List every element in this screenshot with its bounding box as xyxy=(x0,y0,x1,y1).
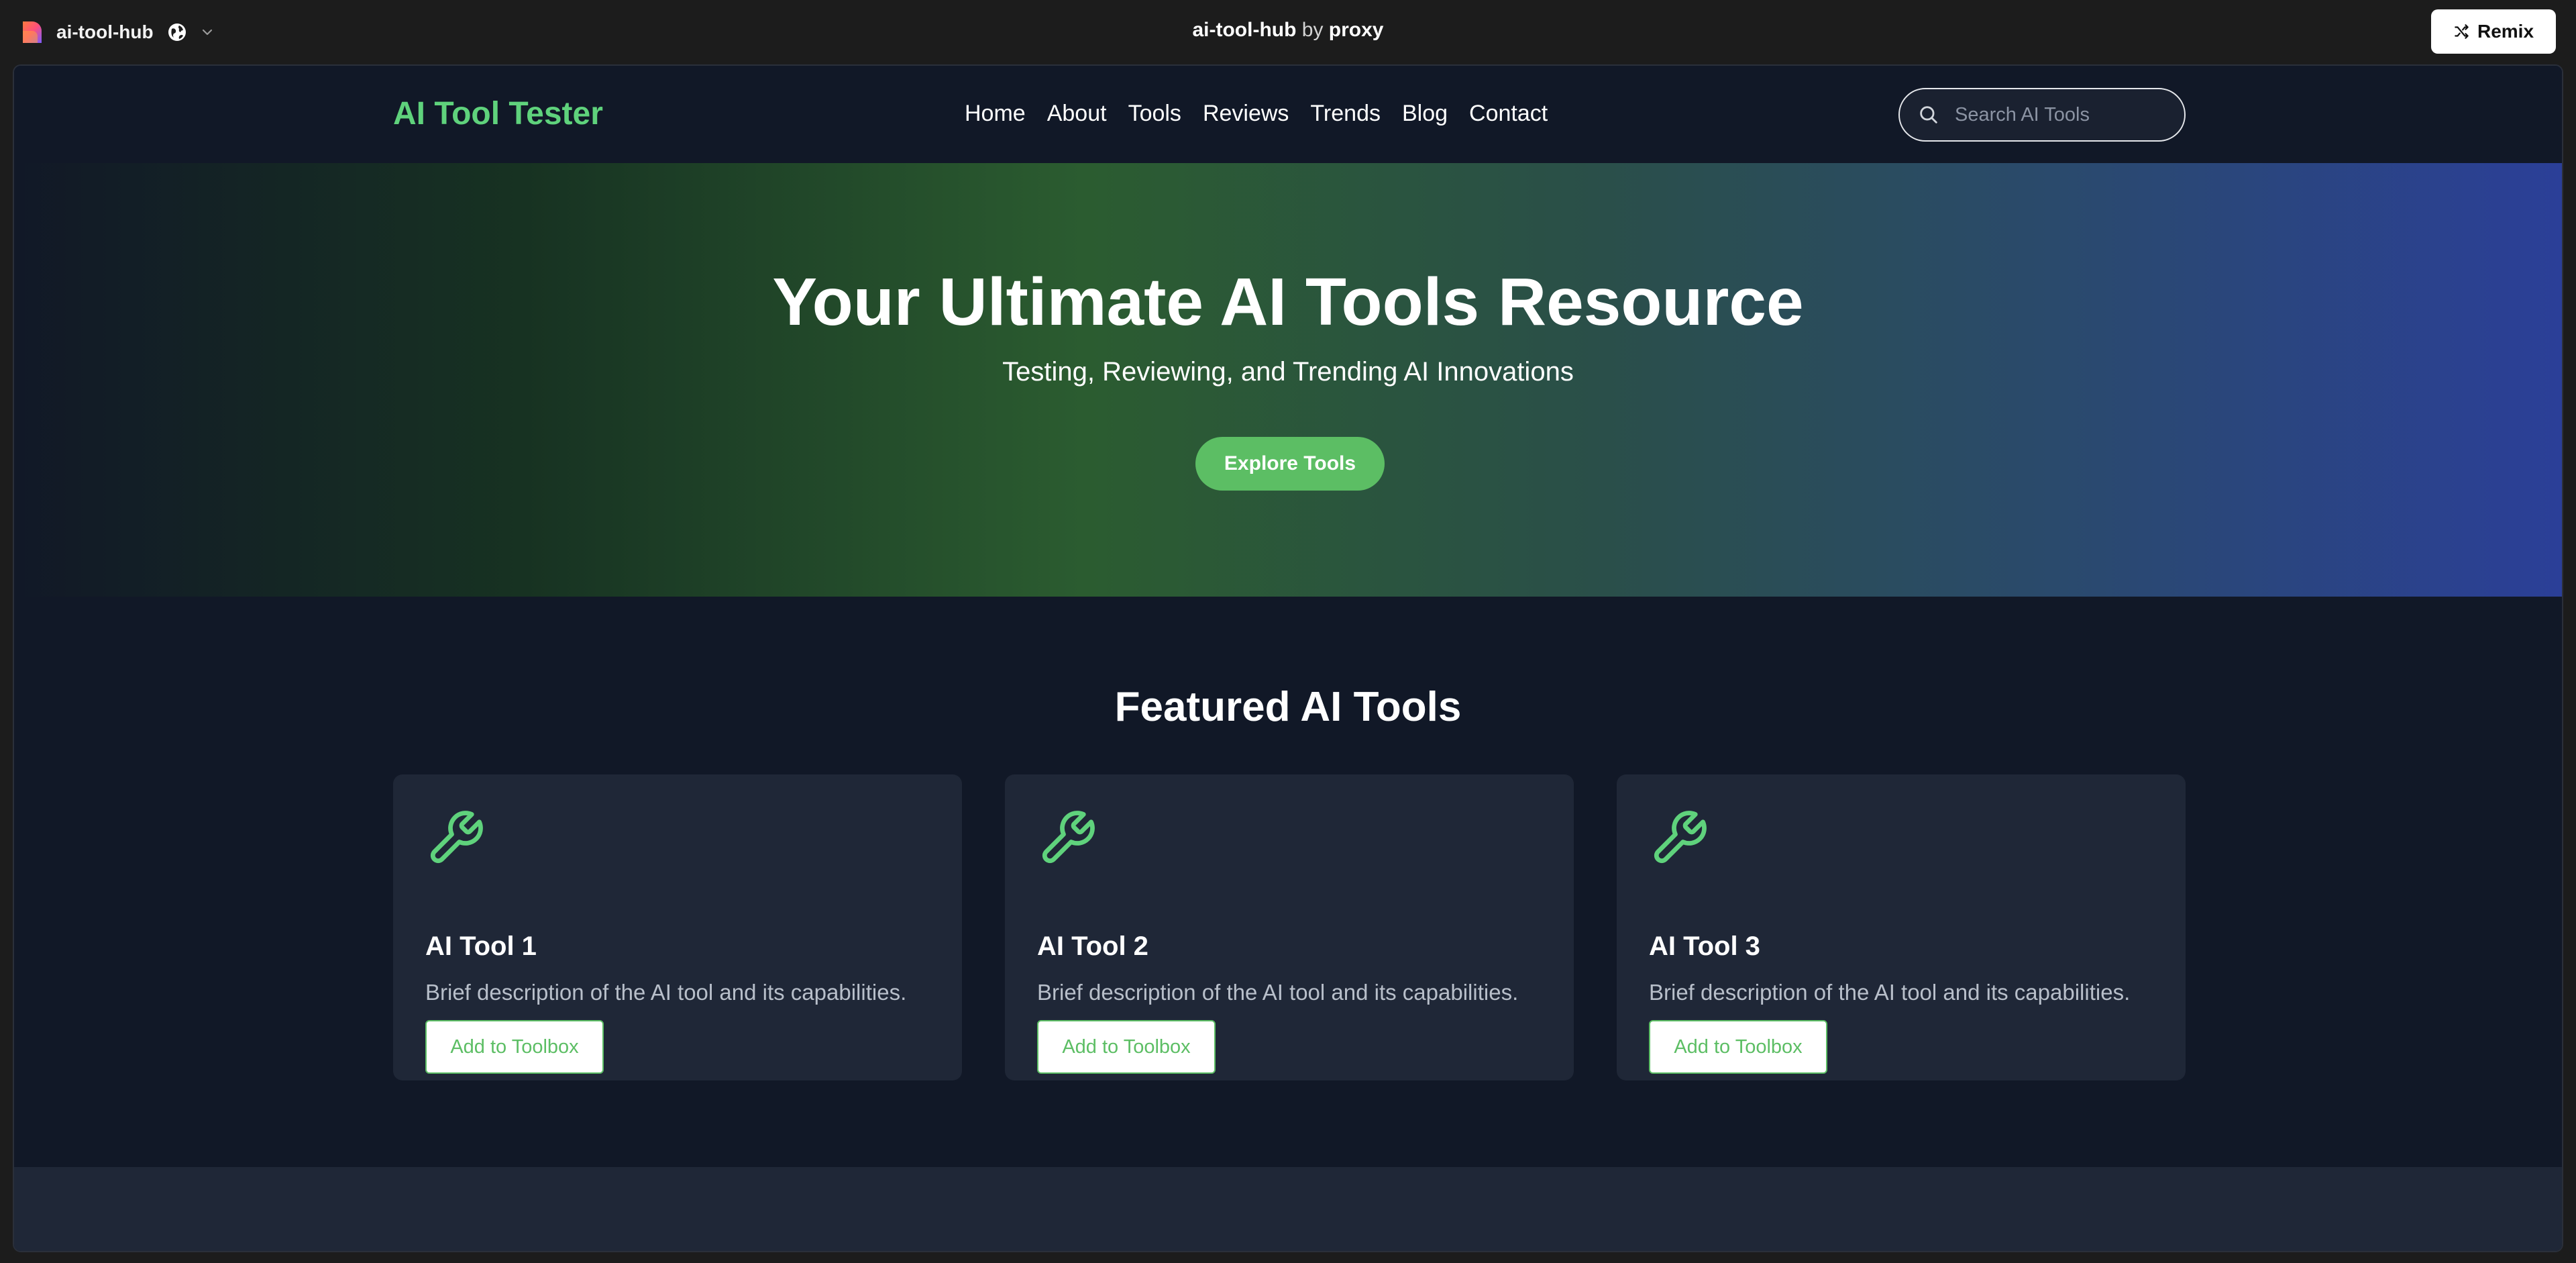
wrench-icon xyxy=(1654,811,1707,864)
site-footer xyxy=(14,1167,2562,1251)
app-title-project: ai-tool-hub xyxy=(1192,19,1297,41)
featured-title: Featured AI Tools xyxy=(1114,684,1462,730)
app-title-owner: proxy xyxy=(1328,19,1384,41)
remix-label: Remix xyxy=(2477,21,2534,42)
app-topbar: ai-tool-hub ai-tool-hub by proxy Remix xyxy=(0,0,2576,64)
hero-subtitle: Testing, Reviewing, and Trending AI Inno… xyxy=(1002,357,1574,387)
search-input[interactable] xyxy=(1953,103,2155,127)
tool-card: AI Tool 3 Brief description of the AI to… xyxy=(1617,774,2186,1080)
nav-reviews[interactable]: Reviews xyxy=(1203,101,1289,127)
nav-blog[interactable]: Blog xyxy=(1402,101,1448,127)
wrench-icon xyxy=(1042,811,1095,864)
nav-about[interactable]: About xyxy=(1047,101,1107,127)
app-title-by: by xyxy=(1296,19,1329,41)
app-title: ai-tool-hub by proxy xyxy=(0,19,2576,42)
tool-card: AI Tool 2 Brief description of the AI to… xyxy=(1005,774,1574,1080)
explore-tools-button[interactable]: Explore Tools xyxy=(1195,437,1385,491)
site-nav: Home About Tools Reviews Trends Blog Con… xyxy=(965,101,1569,127)
nav-contact[interactable]: Contact xyxy=(1469,101,1548,127)
tool-card-title: AI Tool 1 xyxy=(425,931,537,961)
tool-card-title: AI Tool 2 xyxy=(1037,931,1148,961)
nav-trends[interactable]: Trends xyxy=(1310,101,1381,127)
wrench-icon xyxy=(430,811,483,864)
hero-title: Your Ultimate AI Tools Resource xyxy=(772,264,1804,340)
tool-card: AI Tool 1 Brief description of the AI to… xyxy=(393,774,962,1080)
site-brand[interactable]: AI Tool Tester xyxy=(393,95,603,132)
search-box[interactable] xyxy=(1898,88,2186,142)
remix-button[interactable]: Remix xyxy=(2431,9,2556,54)
shuffle-icon xyxy=(2455,24,2469,39)
add-to-toolbox-button[interactable]: Add to Toolbox xyxy=(1037,1020,1216,1074)
site-preview: AI Tool Tester Home About Tools Reviews … xyxy=(13,64,2563,1252)
tool-card-description: Brief description of the AI tool and its… xyxy=(425,980,907,1005)
tool-card-description: Brief description of the AI tool and its… xyxy=(1037,980,1519,1005)
add-to-toolbox-button[interactable]: Add to Toolbox xyxy=(1649,1020,1827,1074)
nav-tools[interactable]: Tools xyxy=(1128,101,1181,127)
nav-home[interactable]: Home xyxy=(965,101,1026,127)
site-header: AI Tool Tester Home About Tools Reviews … xyxy=(14,66,2562,163)
tool-card-title: AI Tool 3 xyxy=(1649,931,1760,961)
add-to-toolbox-button[interactable]: Add to Toolbox xyxy=(425,1020,604,1074)
search-icon xyxy=(1920,106,1937,123)
tool-card-description: Brief description of the AI tool and its… xyxy=(1649,980,2131,1005)
hero-section: Your Ultimate AI Tools Resource Testing,… xyxy=(14,163,2562,597)
